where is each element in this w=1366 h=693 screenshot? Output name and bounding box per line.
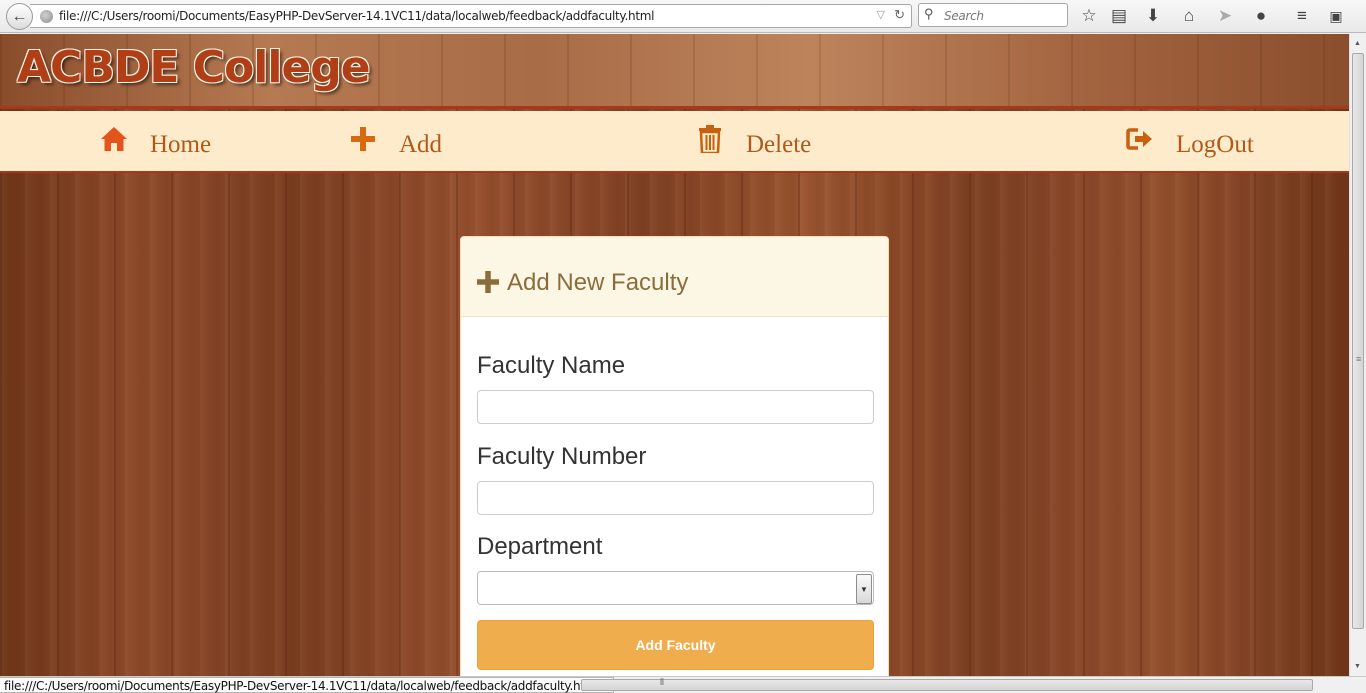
nav-label-logout: LogOut bbox=[1176, 131, 1254, 158]
url-text[interactable]: file:///C:/Users/roomi/Documents/EasyPHP… bbox=[59, 9, 654, 23]
add-faculty-panel: Add New Faculty Faculty Name Faculty Num… bbox=[460, 236, 889, 676]
send-icon[interactable]: ➤ bbox=[1214, 5, 1236, 27]
plus-icon bbox=[349, 125, 377, 153]
url-bar[interactable]: file:///C:/Users/roomi/Documents/EasyPHP… bbox=[30, 4, 912, 28]
department-label: Department bbox=[477, 533, 603, 560]
chevron-down-icon[interactable]: ▼ bbox=[856, 574, 872, 604]
nav-label-add: Add bbox=[399, 131, 443, 158]
back-arrow-icon: ← bbox=[11, 7, 28, 25]
nav-item-home[interactable]: Home bbox=[100, 111, 211, 173]
grip-icon: ⦀ bbox=[660, 677, 664, 687]
grip-icon: ≡ bbox=[1356, 354, 1362, 364]
department-select[interactable]: ▼ bbox=[477, 571, 874, 605]
faculty-name-label: Faculty Name bbox=[477, 352, 626, 379]
search-icon: ⚲ bbox=[924, 6, 934, 21]
menu-icon[interactable]: ≡ bbox=[1291, 5, 1313, 27]
nav-item-add[interactable]: Add bbox=[349, 111, 442, 173]
plus-icon bbox=[477, 271, 499, 298]
search-input[interactable]: ⚲ Search bbox=[918, 3, 1068, 27]
nav-item-delete[interactable]: Delete bbox=[696, 111, 811, 173]
home-icon[interactable]: ⌂ bbox=[1178, 5, 1200, 27]
site-title: ACBDE College bbox=[17, 42, 371, 93]
reading-list-icon[interactable]: ▤ bbox=[1108, 5, 1130, 27]
nav-label-home: Home bbox=[150, 131, 212, 158]
dropdown-icon[interactable]: ▽ bbox=[877, 8, 885, 21]
trash-icon bbox=[696, 125, 724, 153]
add-faculty-button[interactable]: Add Faculty bbox=[477, 620, 874, 670]
scroll-up-icon[interactable]: ▲ bbox=[1354, 40, 1361, 47]
faculty-name-input[interactable] bbox=[477, 390, 874, 424]
site-header: ACBDE College bbox=[0, 34, 1349, 109]
globe-icon bbox=[40, 10, 53, 23]
nav-item-logout[interactable]: LogOut bbox=[1126, 111, 1254, 173]
nav-label-delete: Delete bbox=[746, 131, 812, 158]
download-icon[interactable]: ⬇ bbox=[1142, 5, 1164, 27]
panel-heading: Add New Faculty bbox=[461, 237, 888, 317]
reload-icon[interactable]: ↻ bbox=[894, 7, 905, 23]
search-placeholder: Search bbox=[944, 9, 984, 23]
logout-icon bbox=[1126, 125, 1154, 153]
status-bar: file:///C:/Users/roomi/Documents/EasyPHP… bbox=[0, 676, 1366, 693]
chat-icon[interactable]: ● bbox=[1250, 5, 1272, 27]
scroll-down-icon[interactable]: ▼ bbox=[1354, 663, 1361, 670]
panel-title: Add New Faculty bbox=[507, 269, 689, 296]
vertical-scroll-thumb[interactable]: ≡ bbox=[1352, 53, 1364, 629]
addon-icon[interactable]: ▣ bbox=[1325, 5, 1347, 27]
faculty-number-input[interactable] bbox=[477, 481, 874, 515]
home-icon bbox=[100, 125, 128, 153]
vertical-scrollbar[interactable]: ▲ ≡ ▼ bbox=[1349, 34, 1366, 676]
faculty-number-label: Faculty Number bbox=[477, 443, 647, 470]
status-url: file:///C:/Users/roomi/Documents/EasyPHP… bbox=[0, 677, 614, 693]
main-nav: Home Add Delete LogOut bbox=[0, 111, 1349, 173]
page-viewport: ACBDE College Home Add Delete LogOut Add… bbox=[0, 34, 1349, 676]
star-icon[interactable]: ☆ bbox=[1078, 5, 1100, 27]
back-button[interactable]: ← bbox=[6, 3, 33, 30]
browser-toolbar: file:///C:/Users/roomi/Documents/EasyPHP… bbox=[0, 0, 1366, 33]
horizontal-scroll-thumb[interactable]: ⦀ bbox=[581, 677, 1313, 691]
